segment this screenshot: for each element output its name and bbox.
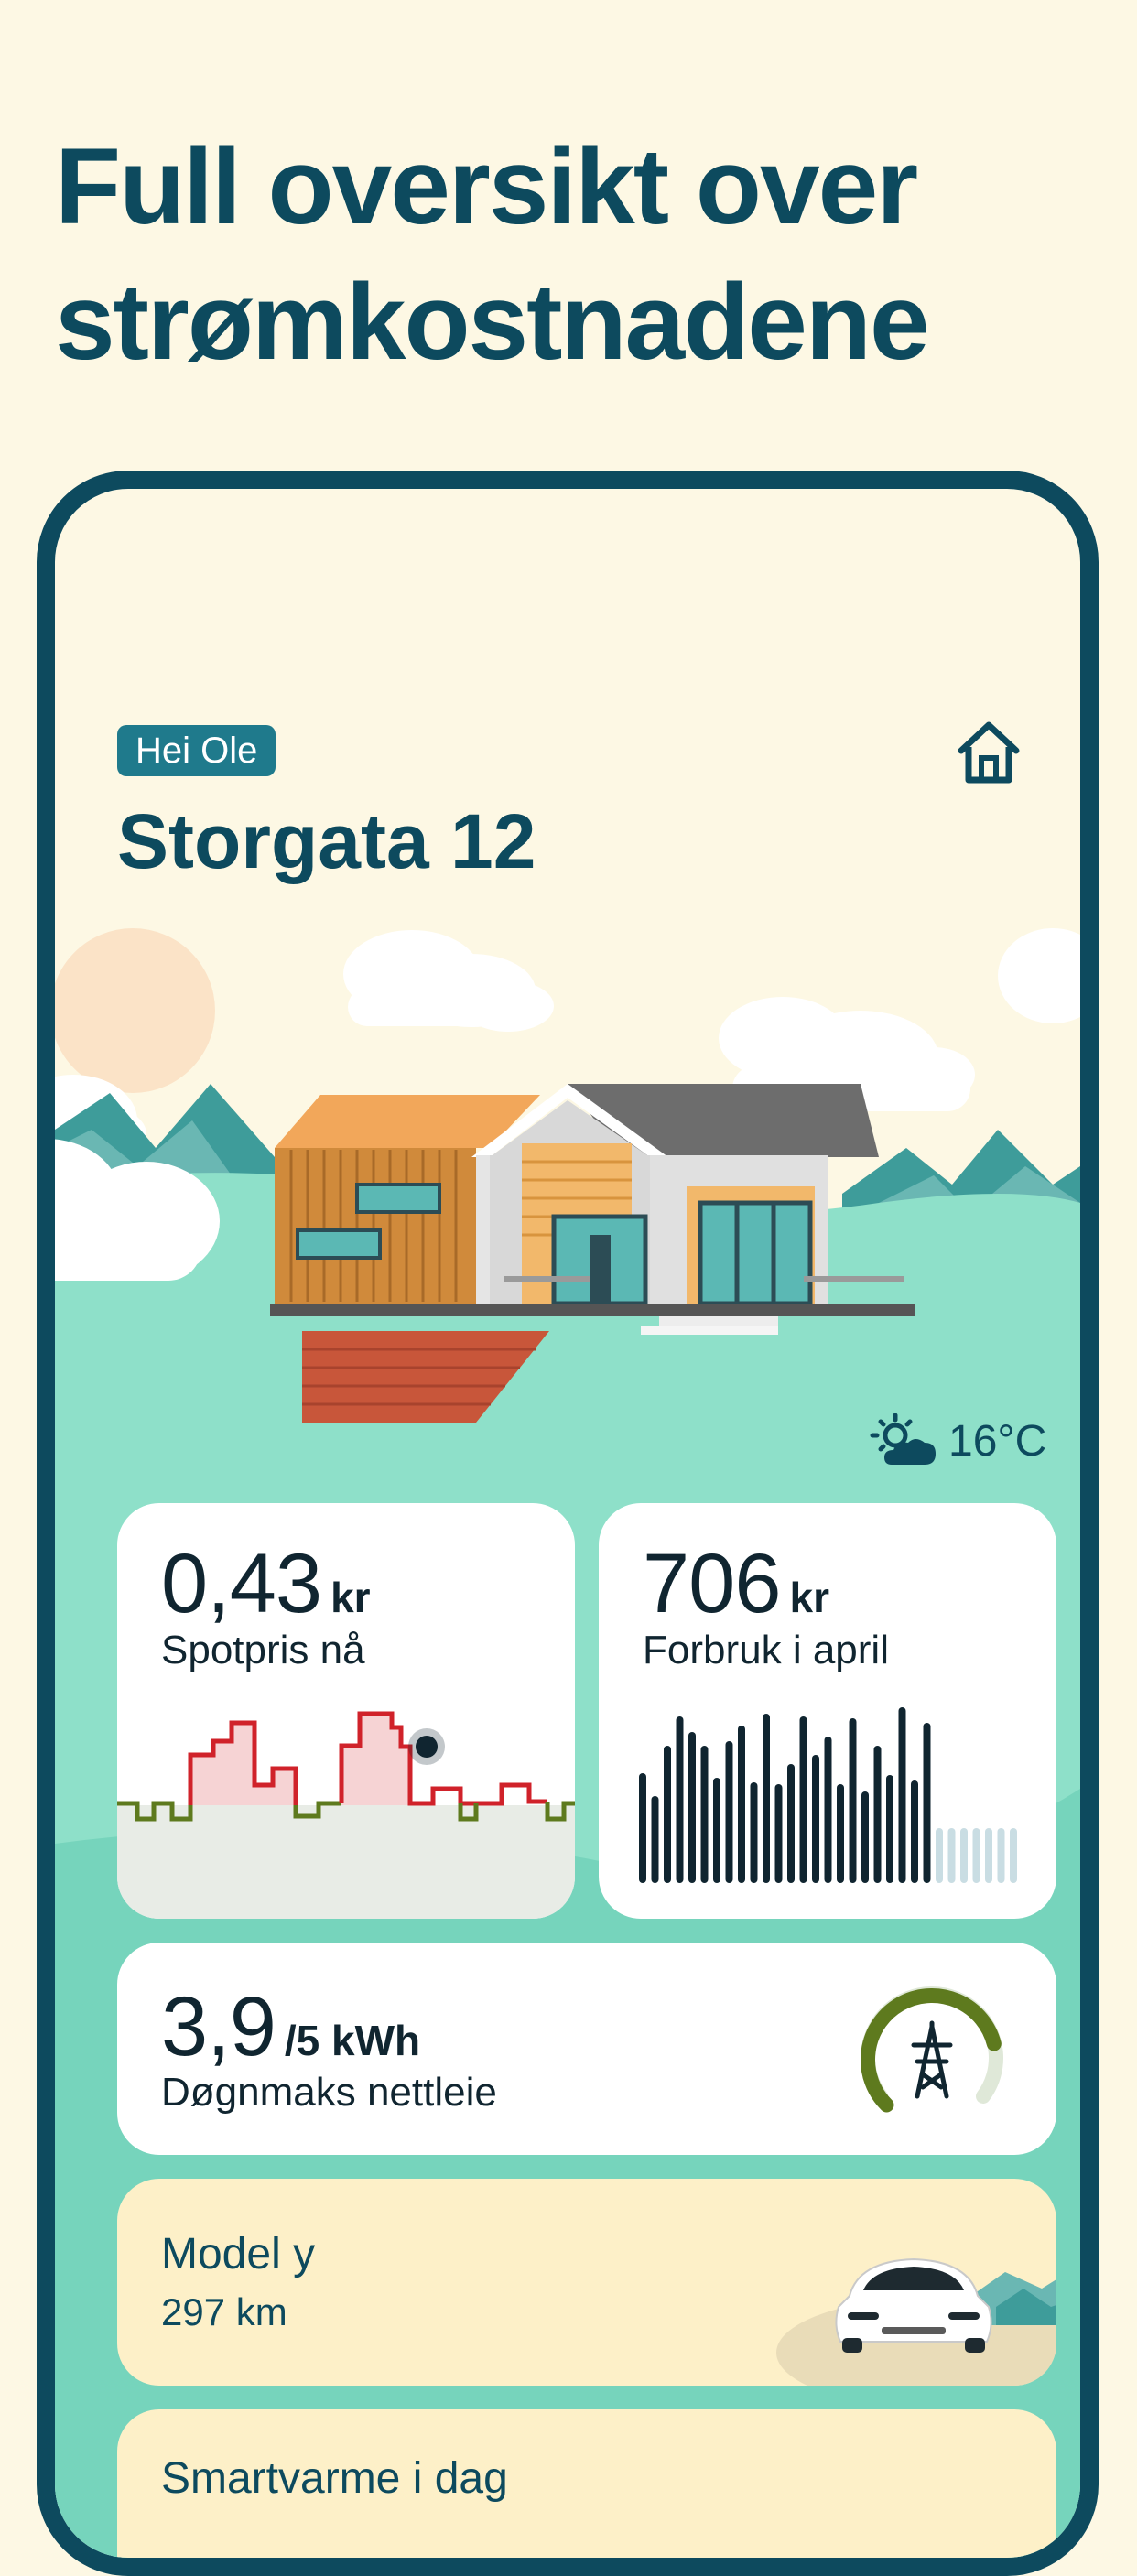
spot-price-chart — [117, 1711, 575, 1919]
greeting-badge: Hei Ole — [117, 725, 276, 776]
consumption-bar — [923, 1723, 931, 1883]
consumption-bar — [713, 1778, 720, 1883]
consumption-bar-future — [936, 1828, 943, 1883]
ev-card[interactable]: Model y 297 km — [117, 2179, 1056, 2386]
ev-range: 297 km — [161, 2290, 287, 2333]
consumption-bar — [774, 1784, 783, 1883]
consumption-bar — [725, 1741, 733, 1883]
car-illustration — [776, 2257, 1056, 2386]
consumption-bar — [824, 1737, 832, 1883]
temperature-label: 16°C — [948, 1416, 1047, 1466]
cloud-illustration — [998, 928, 1080, 1023]
consumption-bar — [738, 1726, 745, 1883]
consumption-bar-future — [948, 1828, 956, 1883]
consumption-bar-future — [997, 1828, 1005, 1883]
spot-price-value: 0,43 — [161, 1537, 322, 1630]
consumption-card[interactable]: 706 kr Forbruk i april — [599, 1503, 1056, 1919]
grid-max-unit: /5 kWh — [284, 2017, 421, 2064]
consumption-bar — [898, 1707, 906, 1883]
consumption-value: 706 — [643, 1537, 781, 1630]
address-title: Storgata 12 — [117, 798, 536, 884]
consumption-bar — [676, 1716, 684, 1883]
consumption-bar-future — [960, 1828, 968, 1883]
current-price-marker — [416, 1736, 438, 1758]
consumption-bar — [861, 1791, 869, 1883]
consumption-bar — [787, 1764, 795, 1883]
ev-model-name: Model y — [161, 2230, 316, 2278]
grid-max-card[interactable]: 3,9/5 kWh Døgnmaks nettleie — [117, 1943, 1056, 2155]
partly-cloudy-sun-icon — [870, 1413, 936, 1465]
consumption-bar — [664, 1746, 671, 1883]
grid-max-label: Døgnmaks nettleie — [161, 2070, 497, 2115]
consumption-bar — [812, 1755, 819, 1883]
consumption-bar — [688, 1732, 696, 1883]
smart-heating-title: Smartvarme i dag — [161, 2454, 508, 2503]
consumption-bar-future — [1010, 1828, 1017, 1883]
consumption-bar — [700, 1746, 709, 1883]
sun-illustration — [55, 928, 215, 1093]
home-icon[interactable] — [952, 716, 1025, 789]
consumption-bar — [639, 1773, 646, 1883]
headline-line-2: strømkostnadene — [55, 262, 930, 383]
consumption-bar — [849, 1718, 857, 1883]
consumption-bar — [873, 1746, 882, 1883]
consumption-bar — [799, 1716, 807, 1883]
smart-heating-card[interactable]: Smartvarme i dag — [117, 2409, 1056, 2558]
consumption-bar-future — [972, 1828, 980, 1883]
gauge-fill — [861, 1988, 1002, 2113]
spot-price-label: Spotpris nå — [161, 1628, 365, 1672]
consumption-bar — [886, 1775, 893, 1883]
daily-consumption-bars — [639, 1707, 1017, 1883]
consumption-bar — [651, 1796, 659, 1883]
page-headline: Full oversikt over strømkostnadene — [55, 119, 1099, 390]
consumption-bar — [763, 1714, 770, 1883]
spot-price-unit: kr — [330, 1574, 371, 1621]
power-pylon-icon — [911, 2020, 953, 2099]
phone-frame: Hei Ole Storgata 12 16°C 0,43 kr Spotpris… — [37, 471, 1099, 2576]
weather-widget: 16°C — [870, 1409, 1046, 1473]
grid-capacity-gauge — [861, 1986, 1003, 2113]
cloud-illustration — [343, 930, 554, 1032]
consumption-bar — [911, 1780, 918, 1883]
consumption-label: Forbruk i april — [643, 1628, 889, 1672]
consumption-bar-future — [985, 1828, 992, 1883]
consumption-bar — [750, 1782, 758, 1883]
headline-line-1: Full oversikt over — [55, 126, 918, 247]
consumption-unit: kr — [789, 1574, 829, 1621]
grid-max-value: 3,9 — [161, 1980, 276, 2073]
consumption-bar — [837, 1784, 844, 1883]
spot-price-card[interactable]: 0,43 kr Spotpris nå — [117, 1503, 575, 1919]
